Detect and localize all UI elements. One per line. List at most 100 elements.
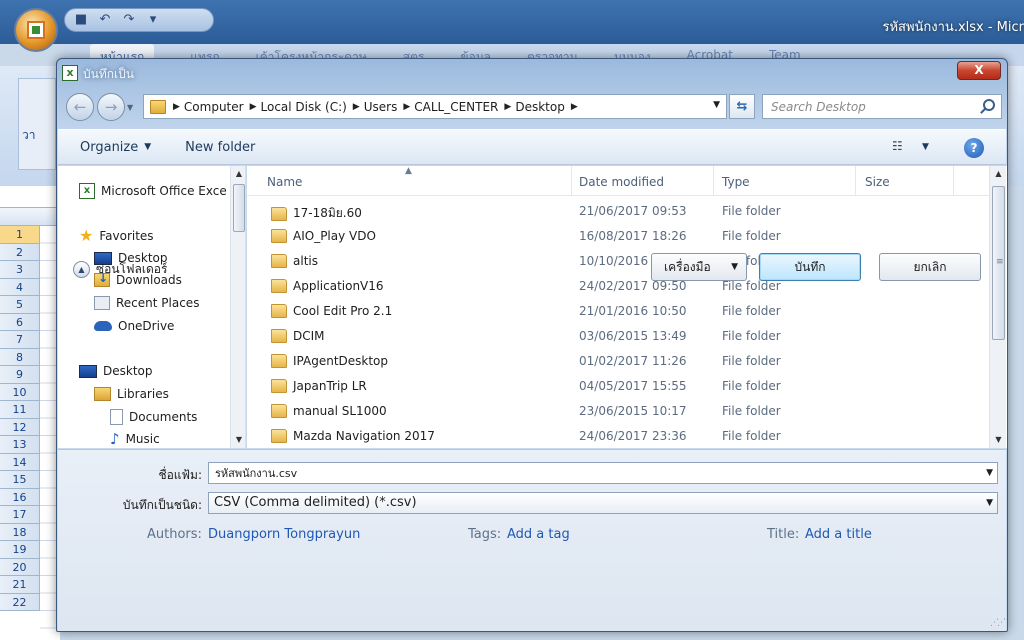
row-header[interactable]: 6 bbox=[0, 313, 40, 331]
row-header[interactable]: 20 bbox=[0, 558, 40, 576]
nav-item-microsoft-office-excel[interactable]: x Microsoft Office Exce bbox=[79, 183, 227, 199]
nav-item-recent-places[interactable]: Recent Places bbox=[94, 296, 199, 310]
file-row[interactable]: Cool Edit Pro 2.1 21/01/2016 10:50 File … bbox=[247, 299, 989, 324]
save-button[interactable]: บันทึก bbox=[759, 253, 861, 281]
row-header[interactable]: 15 bbox=[0, 471, 40, 489]
file-row[interactable]: IPAgentDesktop 01/02/2017 11:26 File fol… bbox=[247, 349, 989, 374]
file-row[interactable]: AIO_Play VDO 16/08/2017 18:26 File folde… bbox=[247, 224, 989, 249]
file-row[interactable]: manual SL1000 23/06/2015 10:17 File fold… bbox=[247, 399, 989, 424]
nav-item-libraries[interactable]: Libraries bbox=[94, 387, 169, 401]
breadcrumb-item[interactable]: ▶ CALL_CENTER bbox=[400, 100, 501, 114]
row-header[interactable]: 3 bbox=[0, 261, 40, 279]
view-options-icon[interactable]: ☷ bbox=[892, 139, 903, 153]
redo-icon[interactable]: ↷ bbox=[121, 13, 137, 27]
row-header[interactable]: 19 bbox=[0, 541, 40, 559]
column-header-size[interactable]: Size bbox=[865, 175, 890, 189]
folder-icon bbox=[271, 279, 287, 293]
row-header[interactable]: 5 bbox=[0, 296, 40, 314]
row-header[interactable]: 8 bbox=[0, 348, 40, 366]
file-name: altis bbox=[293, 254, 318, 268]
name-box[interactable] bbox=[0, 186, 60, 208]
file-row[interactable]: JapanTrip LR 04/05/2017 15:55 File folde… bbox=[247, 374, 989, 399]
nav-item-desktop[interactable]: Desktop bbox=[79, 364, 153, 378]
scroll-down-icon[interactable]: ▼ bbox=[231, 432, 245, 448]
column-divider[interactable] bbox=[855, 166, 856, 196]
nav-item-music[interactable]: ♪ Music bbox=[110, 431, 160, 447]
column-header-date-modified[interactable]: Date modified bbox=[579, 175, 664, 189]
file-row[interactable]: Mazda Navigation 2017 24/06/2017 23:36 F… bbox=[247, 424, 989, 448]
onedrive-icon bbox=[94, 321, 112, 331]
scroll-up-icon[interactable]: ▲ bbox=[231, 166, 245, 182]
row-header[interactable]: 13 bbox=[0, 436, 40, 454]
tags-value[interactable]: Add a tag bbox=[507, 527, 570, 542]
paste-button[interactable] bbox=[18, 78, 56, 170]
chevron-down-icon[interactable]: ▼ bbox=[922, 142, 929, 152]
breadcrumb-expand[interactable]: ▶ bbox=[568, 102, 585, 112]
column-divider[interactable] bbox=[953, 166, 954, 196]
save-type-select[interactable]: CSV (Comma delimited) (*.csv) ▼ bbox=[208, 492, 998, 514]
breadcrumb-item[interactable]: ▶ Local Disk (C:) bbox=[247, 100, 350, 114]
close-button[interactable]: X bbox=[957, 61, 1001, 80]
title-value[interactable]: Add a title bbox=[805, 527, 872, 542]
row-header[interactable]: 9 bbox=[0, 366, 40, 384]
help-icon[interactable]: ? bbox=[964, 138, 984, 158]
row-header[interactable]: 21 bbox=[0, 576, 40, 594]
row-header[interactable]: 11 bbox=[0, 401, 40, 419]
scrollbar-thumb[interactable] bbox=[233, 184, 245, 232]
address-dropdown-icon[interactable]: ▼ bbox=[713, 100, 720, 110]
nav-item-onedrive[interactable]: OneDrive bbox=[94, 319, 174, 333]
file-row[interactable]: 17-18มิย.60 21/06/2017 09:53 File folder bbox=[247, 199, 989, 224]
row-header[interactable]: 1 bbox=[0, 226, 40, 244]
customize-icon[interactable]: ▾ bbox=[145, 13, 161, 27]
breadcrumb-item[interactable]: ▶ Computer bbox=[170, 100, 247, 114]
column-header-name[interactable]: Name bbox=[267, 175, 302, 189]
row-header[interactable]: 12 bbox=[0, 418, 40, 436]
row-header[interactable]: 16 bbox=[0, 488, 40, 506]
office-button[interactable] bbox=[14, 8, 58, 52]
resize-grip-icon[interactable]: ⋰⋰ bbox=[990, 618, 1006, 628]
nav-item-documents[interactable]: Documents bbox=[110, 409, 197, 425]
file-row[interactable]: DCIM 03/06/2015 13:49 File folder bbox=[247, 324, 989, 349]
breadcrumb-item[interactable]: ▶ Users bbox=[350, 100, 401, 114]
row-header[interactable]: 7 bbox=[0, 331, 40, 349]
file-list-scrollbar[interactable]: ▲ ≡ ▼ bbox=[989, 166, 1006, 448]
file-date: 24/06/2017 23:36 bbox=[579, 429, 687, 443]
row-header[interactable]: 2 bbox=[0, 243, 40, 261]
undo-icon[interactable]: ↶ bbox=[97, 13, 113, 27]
row-header[interactable]: 17 bbox=[0, 506, 40, 524]
column-divider[interactable] bbox=[713, 166, 714, 196]
row-header[interactable]: 4 bbox=[0, 278, 40, 296]
tools-button[interactable]: เครื่องมือ ▼ bbox=[651, 253, 747, 281]
scrollbar-thumb[interactable]: ≡ bbox=[992, 186, 1005, 340]
filename-input[interactable] bbox=[209, 463, 979, 483]
row-header[interactable]: 22 bbox=[0, 593, 40, 611]
column-header-type[interactable]: Type bbox=[722, 175, 750, 189]
folder-icon bbox=[271, 354, 287, 368]
scroll-down-icon[interactable]: ▼ bbox=[990, 432, 1007, 448]
hide-folders-button[interactable]: ▲ ซ่อนโฟลเดอร์ bbox=[73, 260, 167, 279]
cancel-button[interactable]: ยกเลิก bbox=[879, 253, 981, 281]
organize-button[interactable]: Organize ▼ bbox=[80, 140, 151, 155]
refresh-icon[interactable]: ⇆ bbox=[729, 94, 755, 119]
search-icon[interactable] bbox=[983, 99, 995, 111]
new-folder-button[interactable]: New folder bbox=[185, 140, 255, 155]
nav-pane-scrollbar[interactable]: ▲ ▼ bbox=[230, 166, 245, 448]
back-arrow-icon[interactable]: ← bbox=[66, 93, 94, 121]
row-header[interactable]: 14 bbox=[0, 453, 40, 471]
breadcrumb-item[interactable]: ▶ Desktop bbox=[501, 100, 567, 114]
chevron-down-icon[interactable]: ▼ bbox=[986, 468, 993, 478]
nav-item-favorites[interactable]: ★ Favorites bbox=[79, 228, 154, 244]
address-bar[interactable]: ▶ Computer ▶ Local Disk (C:) ▶ Users ▶ CALL_… bbox=[143, 94, 727, 119]
chevron-right-icon: ▶ bbox=[173, 101, 180, 112]
authors-value[interactable]: Duangporn Tongprayun bbox=[208, 527, 360, 542]
row-header[interactable]: 10 bbox=[0, 383, 40, 401]
scroll-up-icon[interactable]: ▲ bbox=[990, 166, 1007, 182]
file-row[interactable]: altis 10/10/2016 13:55 File folder bbox=[247, 249, 989, 274]
file-row[interactable]: ApplicationV16 24/02/2017 09:50 File fol… bbox=[247, 274, 989, 299]
forward-arrow-icon[interactable]: → bbox=[97, 93, 125, 121]
search-input[interactable] bbox=[763, 95, 973, 118]
column-divider[interactable] bbox=[571, 166, 572, 196]
row-header[interactable]: 18 bbox=[0, 523, 40, 541]
recent-pages-dropdown[interactable]: ▼ bbox=[127, 103, 133, 112]
save-icon[interactable]: ■ bbox=[73, 13, 89, 27]
